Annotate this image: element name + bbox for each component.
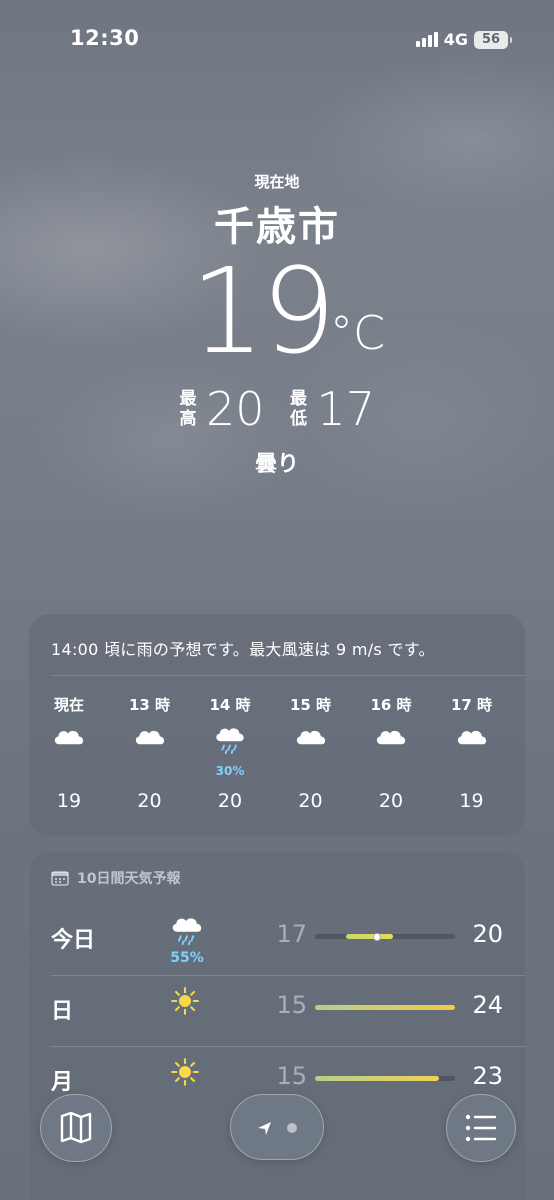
hour-label: 14 時	[209, 696, 251, 714]
current-temp-dot	[373, 932, 382, 941]
hour-temp: 19	[56, 790, 82, 812]
hourly-forecast-card[interactable]: 14:00 頃に雨の予想です。最大風速は 9 m/s です。 現在 19 13 時 2…	[29, 614, 525, 836]
temp-range-bar	[315, 932, 455, 941]
signal-icon	[415, 32, 438, 47]
low-value: 17	[316, 382, 376, 436]
high-temp: 24	[472, 991, 503, 1019]
cloud-icon	[432, 724, 512, 774]
status-time: 12:30	[70, 26, 140, 50]
high-temp: 23	[472, 1062, 503, 1090]
daily-header-label: 10日間天気予報	[77, 871, 181, 887]
day-row[interactable]: 日 15 24	[29, 975, 525, 1045]
hour-item: 15 時 20	[271, 694, 351, 812]
sun-icon	[169, 1056, 209, 1096]
hour-temp: 20	[137, 790, 162, 812]
cloud-rain-icon	[169, 914, 209, 954]
temp-range-bar	[315, 1076, 455, 1081]
low-temp: 15	[276, 991, 307, 1019]
high-low: 最高 20 最低 17	[178, 382, 399, 436]
temp-range-bar	[315, 1005, 455, 1010]
list-icon	[465, 1114, 497, 1142]
daily-header: 10日間天気予報	[51, 868, 180, 888]
precip-chance: 55%	[170, 950, 204, 966]
hour-item: 現在 19	[29, 694, 109, 812]
low-temp: 15	[276, 1062, 307, 1090]
cloud-rain-icon: 30%	[190, 724, 270, 778]
temp-range-fill	[315, 1005, 455, 1010]
day-row[interactable]: 今日 55% 17 20	[29, 904, 525, 974]
high-label: 最高	[179, 389, 197, 429]
hour-temp: 20	[378, 790, 404, 812]
temp-range-fill	[346, 934, 393, 939]
day-label: 月	[51, 1070, 74, 1095]
battery-icon: 56	[474, 30, 512, 49]
current-temperature: 19	[190, 242, 336, 380]
cloud-icon	[271, 724, 351, 774]
list-button[interactable]	[446, 1094, 516, 1162]
network-type: 4G	[443, 30, 468, 49]
hour-label: 13 時	[128, 696, 171, 714]
temperature-unit: °C	[330, 306, 386, 360]
day-label: 日	[51, 999, 74, 1024]
sun-icon	[169, 985, 209, 1025]
status-right: 4G 56	[415, 30, 512, 49]
precip-chance: 30%	[215, 764, 245, 778]
map-icon	[60, 1111, 92, 1144]
cloud-icon	[110, 724, 190, 774]
hour-temp: 19	[459, 790, 484, 812]
hour-item: 16 時 20	[351, 694, 431, 812]
status-bar: 12:30 4G 56	[0, 0, 554, 60]
location-label: 現在地	[254, 173, 300, 191]
forecast-summary: 14:00 頃に雨の予想です。最大風速は 9 m/s です。	[51, 640, 435, 659]
temp-range-fill	[315, 1076, 440, 1081]
low-temp: 17	[276, 920, 307, 948]
hour-label: 現在	[53, 696, 84, 714]
hour-temp: 20	[217, 790, 243, 812]
cloud-icon	[29, 724, 109, 774]
low-label: 最低	[290, 389, 308, 429]
cloud-icon	[351, 724, 431, 774]
hour-item: 17 時 19	[432, 694, 512, 812]
hour-temp: 20	[298, 790, 323, 812]
day-label: 今日	[51, 928, 96, 953]
divider	[51, 675, 525, 676]
location-arrow-icon	[258, 1122, 297, 1135]
hour-item: 14 時 30% 20	[190, 694, 270, 812]
map-button[interactable]	[40, 1094, 112, 1162]
condition-text: 曇り	[254, 452, 299, 477]
hour-label: 17 時	[450, 696, 493, 714]
calendar-icon	[51, 871, 69, 886]
high-temp: 20	[472, 920, 503, 948]
hour-label: 16 時	[370, 696, 412, 714]
hour-item: 13 時 20	[110, 694, 190, 812]
hour-label: 15 時	[289, 696, 332, 714]
high-value: 20	[206, 382, 265, 436]
location-pager-button[interactable]	[230, 1094, 324, 1160]
